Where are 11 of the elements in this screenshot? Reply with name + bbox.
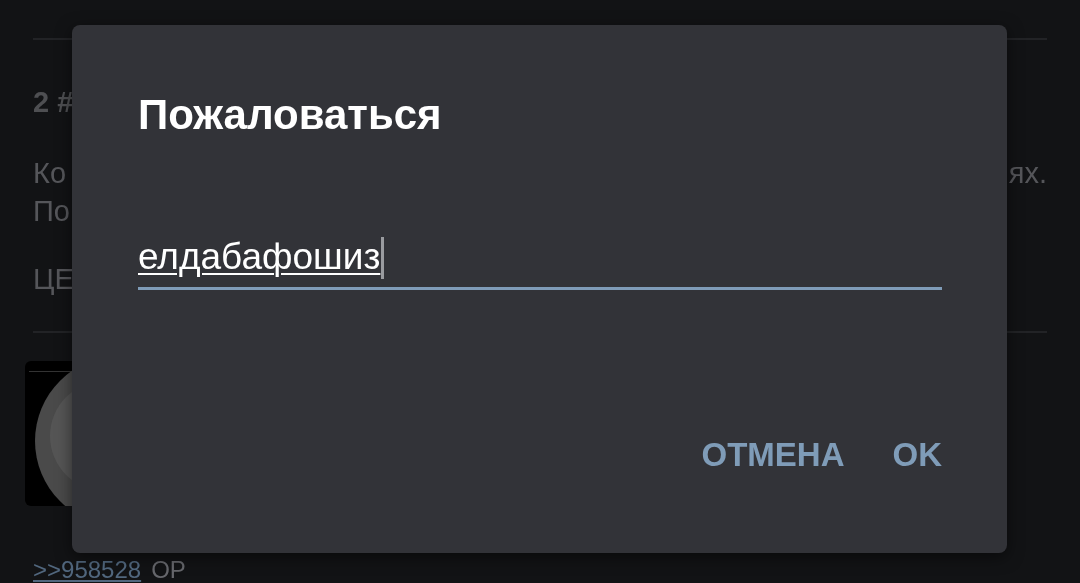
post-text: По — [33, 194, 71, 229]
dialog-title: Пожаловаться — [138, 90, 443, 140]
input-field[interactable]: елдабафошиз — [138, 223, 942, 290]
reply-link[interactable]: >>958528 — [33, 556, 142, 583]
post-text: Ко — [33, 156, 67, 191]
post-number: 2 # — [33, 85, 74, 120]
ok-button[interactable]: OK — [892, 428, 942, 482]
post-text: ях. — [1008, 156, 1047, 191]
op-label: OP — [151, 556, 186, 583]
cancel-button[interactable]: ОТМЕНА — [701, 428, 845, 482]
post-text: ЦЕ — [33, 262, 75, 297]
